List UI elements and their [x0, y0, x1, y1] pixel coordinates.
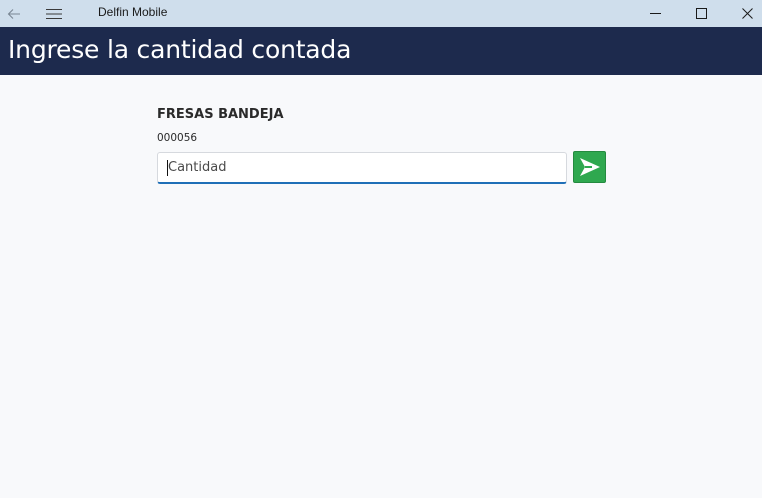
send-arrow-icon	[579, 158, 600, 176]
menu-button[interactable]	[40, 0, 68, 27]
product-name: FRESAS BANDEJA	[157, 107, 284, 122]
page-title: Ingrese la cantidad contada	[8, 35, 352, 64]
back-button[interactable]	[0, 0, 28, 27]
minimize-icon	[649, 13, 661, 14]
hamburger-menu-icon	[46, 8, 62, 19]
back-arrow-icon	[7, 8, 20, 19]
quantity-input[interactable]	[157, 152, 567, 184]
count-form: FRESAS BANDEJA 000056	[0, 75, 762, 498]
text-caret	[167, 160, 168, 176]
close-button[interactable]	[724, 0, 762, 27]
product-code: 000056	[157, 132, 198, 144]
app-title: Delfin Mobile	[98, 5, 168, 19]
close-icon	[741, 8, 753, 19]
window-titlebar: Delfin Mobile	[0, 0, 762, 27]
minimize-button[interactable]	[632, 0, 678, 27]
page-header: Ingrese la cantidad contada	[0, 27, 762, 75]
maximize-icon	[695, 8, 707, 19]
maximize-button[interactable]	[678, 0, 724, 27]
submit-count-button[interactable]	[573, 151, 606, 183]
